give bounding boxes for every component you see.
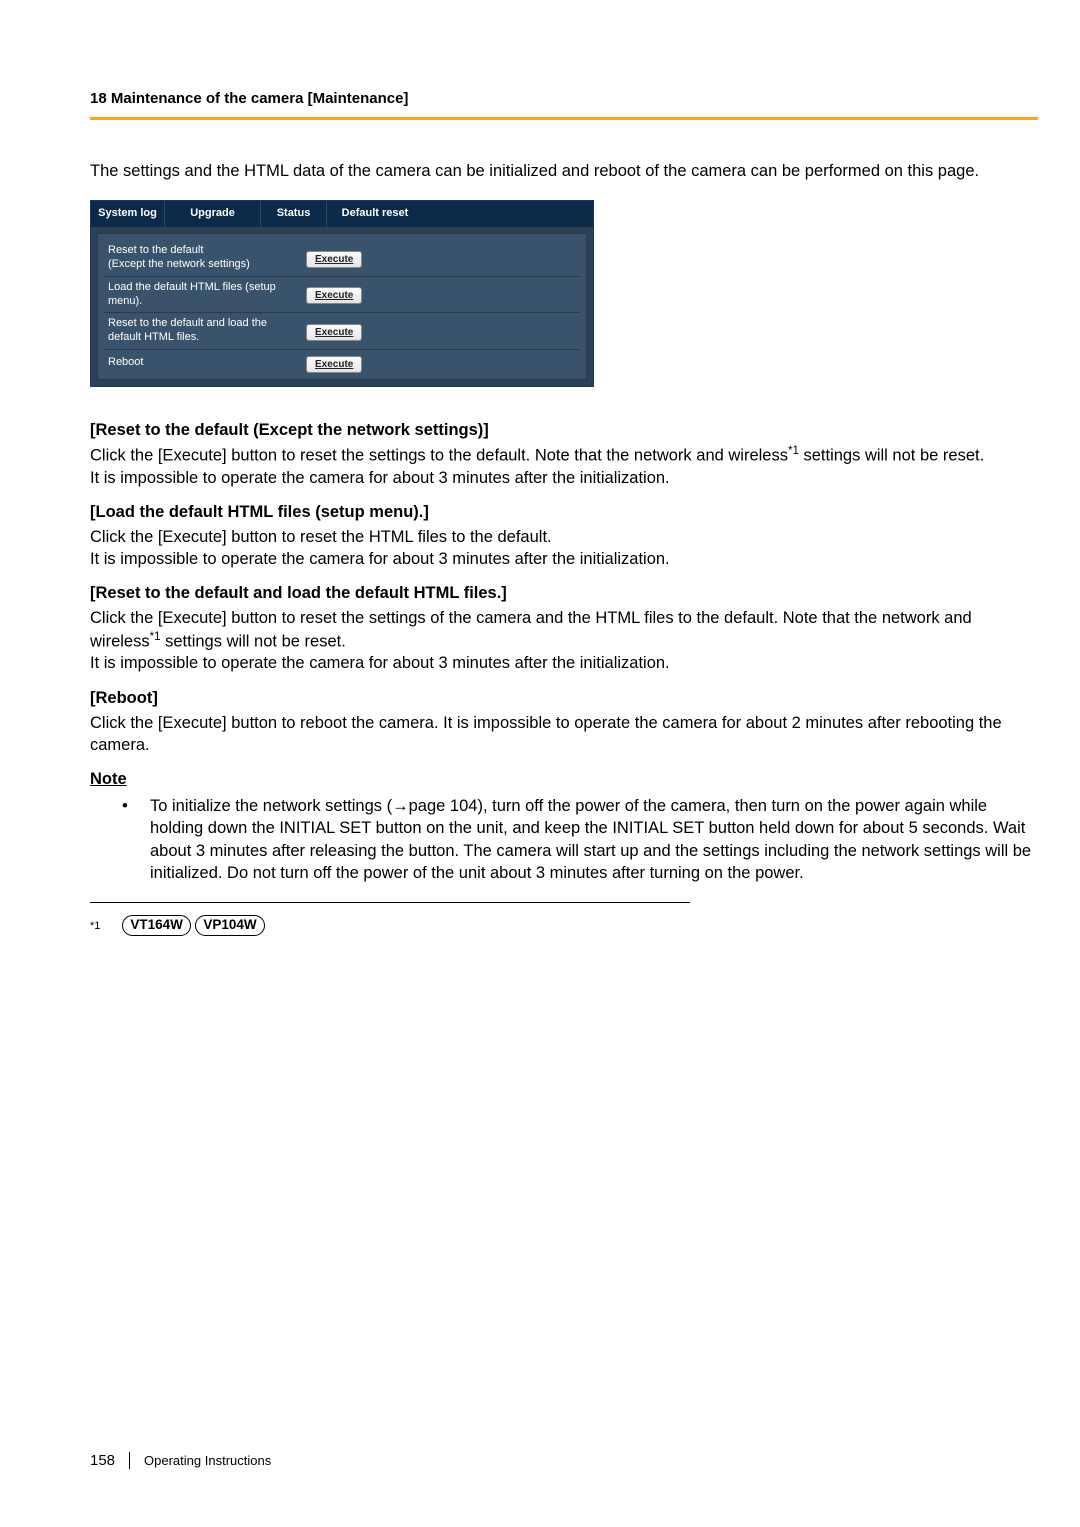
section-heading-reboot: [Reboot] <box>90 689 1032 708</box>
section-text: Click the [Execute] button to reset the … <box>90 444 1032 489</box>
note-list: • To initialize the network settings (→p… <box>90 795 1032 884</box>
section-text: Click the [Execute] button to reset the … <box>90 607 1032 674</box>
chapter-header: 18 Maintenance of the camera [Maintenanc… <box>90 90 1032 117</box>
model-badge: VP104W <box>195 915 264 936</box>
ui-row-load-html: Load the default HTML files (setup menu)… <box>104 277 580 314</box>
header-rule <box>90 117 1038 120</box>
ui-row-label: Reset to the default and load the defaul… <box>104 317 302 345</box>
execute-button[interactable]: Execute <box>306 251 362 268</box>
ui-tabs: System log Upgrade Status Default reset <box>91 201 593 227</box>
tab-status[interactable]: Status <box>261 201 327 227</box>
text-part: It is impossible to operate the camera f… <box>90 469 670 487</box>
execute-button[interactable]: Execute <box>306 287 362 304</box>
model-badge: VT164W <box>122 915 191 936</box>
footnote-ref: *1 <box>150 631 161 643</box>
section-heading-load-html: [Load the default HTML files (setup menu… <box>90 503 1032 522</box>
section-heading-reset-default: [Reset to the default (Except the networ… <box>90 421 1032 440</box>
footer-title: Operating Instructions <box>130 1453 271 1468</box>
footnote-row: *1 VT164W VP104W <box>90 915 1032 936</box>
tab-upgrade[interactable]: Upgrade <box>165 201 261 227</box>
ui-panel: System log Upgrade Status Default reset … <box>90 200 594 387</box>
footnote-ref: *1 <box>788 445 799 457</box>
tab-default-reset[interactable]: Default reset <box>327 201 423 227</box>
text-part: Click the [Execute] button to reset the … <box>90 528 552 546</box>
page-number: 158 <box>90 1452 130 1469</box>
label-line1: Reset to the default (Except the network… <box>108 244 250 270</box>
ui-row-reset-and-load: Reset to the default and load the defaul… <box>104 313 580 350</box>
text-part: settings will not be reset. <box>161 632 346 650</box>
intro-text: The settings and the HTML data of the ca… <box>90 160 1032 182</box>
tab-filler <box>423 201 593 227</box>
execute-button[interactable]: Execute <box>306 356 362 373</box>
note-item: • To initialize the network settings (→p… <box>150 795 1032 884</box>
text-part: Click the [Execute] button to reset the … <box>90 446 788 464</box>
ui-row-reboot: Reboot Execute <box>104 350 580 377</box>
ui-row-reset-default: Reset to the default (Except the network… <box>104 240 580 277</box>
note-heading: Note <box>90 770 1032 789</box>
section-heading-reset-and-load: [Reset to the default and load the defau… <box>90 584 1032 603</box>
section-text: Click the [Execute] button to reboot the… <box>90 712 1032 757</box>
footnote-rule <box>90 902 690 903</box>
page-footer: 158 Operating Instructions <box>90 1452 271 1469</box>
note-text-a: To initialize the network settings ( <box>150 797 392 815</box>
section-text: Click the [Execute] button to reset the … <box>90 526 1032 571</box>
bullet-icon: • <box>122 795 128 817</box>
text-part: It is impossible to operate the camera f… <box>90 550 670 568</box>
ui-row-label: Load the default HTML files (setup menu)… <box>104 281 302 309</box>
footnote-marker: *1 <box>90 918 100 932</box>
arrow-icon: → <box>392 797 409 815</box>
text-part: settings will not be reset. <box>799 446 984 464</box>
text-part: It is impossible to operate the camera f… <box>90 654 670 672</box>
execute-button[interactable]: Execute <box>306 324 362 341</box>
ui-row-label: Reset to the default (Except the network… <box>104 244 302 272</box>
tab-system-log[interactable]: System log <box>91 201 165 227</box>
ui-row-label: Reboot <box>104 356 302 370</box>
